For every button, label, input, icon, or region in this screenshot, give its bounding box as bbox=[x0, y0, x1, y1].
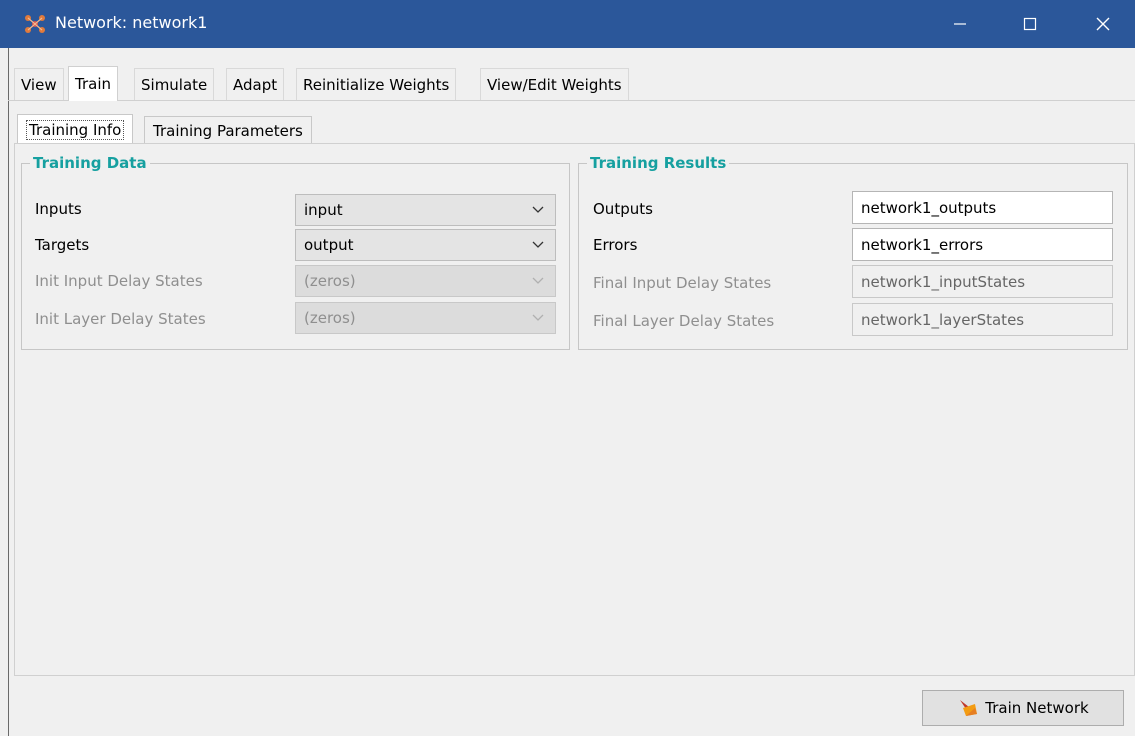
errors-field[interactable]: network1_errors bbox=[852, 228, 1113, 261]
tab-label: View/Edit Weights bbox=[487, 76, 622, 94]
tabbar-divider bbox=[8, 100, 1135, 101]
final-input-delay-states-field: network1_inputStates bbox=[852, 265, 1113, 298]
inputs-select[interactable]: input bbox=[295, 194, 556, 226]
targets-label: Targets bbox=[35, 236, 90, 254]
close-icon bbox=[1096, 17, 1110, 31]
tab-adapt[interactable]: Adapt bbox=[226, 68, 285, 101]
init-input-delay-states-label: Init Input Delay States bbox=[35, 272, 203, 290]
title-bar: Network: network1 bbox=[0, 0, 1135, 48]
targets-select[interactable]: output bbox=[295, 229, 556, 261]
chevron-down-icon bbox=[532, 314, 544, 321]
final-layer-delay-states-value: network1_layerStates bbox=[861, 310, 1025, 329]
init-input-delay-states-select: (zeros) bbox=[295, 265, 556, 297]
errors-value: network1_errors bbox=[861, 235, 984, 254]
final-input-delay-states-label: Final Input Delay States bbox=[593, 274, 772, 292]
chevron-down-icon bbox=[532, 206, 544, 213]
errors-label: Errors bbox=[593, 236, 638, 254]
tab-label: View bbox=[21, 76, 57, 94]
targets-select-value: output bbox=[304, 236, 354, 254]
chevron-down-icon bbox=[532, 277, 544, 284]
minimize-icon bbox=[954, 23, 966, 25]
tab-view[interactable]: View bbox=[14, 68, 64, 101]
group-title: Training Data bbox=[30, 154, 150, 172]
train-network-button[interactable]: Train Network bbox=[922, 690, 1124, 726]
outputs-label: Outputs bbox=[593, 200, 653, 218]
tab-label: Adapt bbox=[233, 76, 278, 94]
maximize-icon bbox=[1023, 17, 1037, 31]
final-input-delay-states-value: network1_inputStates bbox=[861, 272, 1026, 291]
tab-simulate[interactable]: Simulate bbox=[134, 68, 215, 101]
train-network-label: Train Network bbox=[985, 699, 1089, 717]
final-layer-delay-states-field: network1_layerStates bbox=[852, 303, 1113, 336]
outputs-field[interactable]: network1_outputs bbox=[852, 191, 1113, 224]
inputs-label: Inputs bbox=[35, 200, 82, 218]
subtab-label: Training Parameters bbox=[153, 121, 303, 140]
subtab-label: Training Info bbox=[26, 119, 125, 140]
subtab-training-parameters[interactable]: Training Parameters bbox=[144, 116, 312, 144]
close-button[interactable] bbox=[1073, 0, 1133, 48]
tab-reinitialize-weights[interactable]: Reinitialize Weights bbox=[296, 68, 457, 101]
chevron-down-icon bbox=[532, 241, 544, 248]
init-layer-delay-states-label: Init Layer Delay States bbox=[35, 310, 206, 328]
tab-view-edit-weights[interactable]: View/Edit Weights bbox=[480, 68, 629, 101]
final-layer-delay-states-label: Final Layer Delay States bbox=[593, 312, 775, 330]
network-icon bbox=[25, 15, 45, 33]
inputs-select-value: input bbox=[304, 201, 343, 219]
group-title: Training Results bbox=[587, 154, 730, 172]
init-layer-delay-states-select: (zeros) bbox=[295, 302, 556, 334]
minimize-button[interactable] bbox=[930, 0, 990, 48]
init-input-delay-states-value: (zeros) bbox=[304, 272, 356, 290]
tab-label: Simulate bbox=[141, 76, 208, 94]
tab-label: Reinitialize Weights bbox=[303, 76, 450, 94]
init-layer-delay-states-value: (zeros) bbox=[304, 309, 356, 327]
outputs-value: network1_outputs bbox=[861, 198, 997, 217]
subtab-training-info[interactable]: Training Info bbox=[17, 114, 134, 144]
tab-train[interactable]: Train bbox=[68, 66, 118, 101]
maximize-button[interactable] bbox=[1000, 0, 1060, 48]
window-title: Network: network1 bbox=[55, 13, 208, 32]
train-icon bbox=[960, 700, 978, 716]
tab-label: Train bbox=[75, 75, 111, 93]
